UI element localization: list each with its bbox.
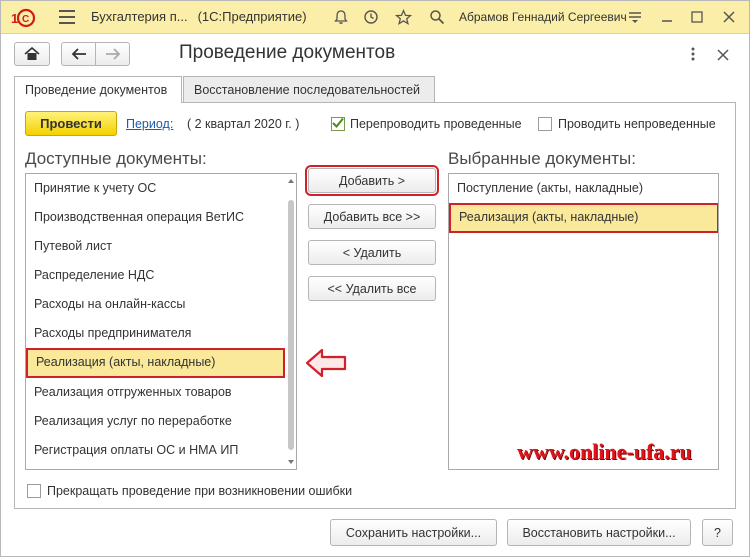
window-title-text: Бухгалтерия п... <box>91 9 188 24</box>
maximize-icon[interactable] <box>687 7 707 27</box>
window-app-name: (1С:Предприятие) <box>197 9 307 24</box>
tab-sequence-restore-label: Восстановление последовательностей <box>194 82 421 97</box>
more-actions-icon[interactable] <box>685 46 701 62</box>
forward-button[interactable] <box>95 42 130 66</box>
svg-text:1: 1 <box>11 11 18 26</box>
tab-posting[interactable]: Проведение документов <box>14 76 182 103</box>
arrow-left-icon <box>71 48 86 60</box>
user-name[interactable]: Абрамов Геннадий Сергеевич <box>459 10 627 24</box>
home-button[interactable] <box>14 42 50 66</box>
title-bar: 1 С Бухгалтерия п... (1С:Предприятие) Абр… <box>1 1 749 34</box>
page-title: Проведение документов <box>179 42 396 63</box>
app-window: 1 С Бухгалтерия п... (1С:Предприятие) Абр… <box>0 0 750 557</box>
bell-icon[interactable] <box>331 7 351 27</box>
1c-logo-icon[interactable]: 1 С <box>9 8 39 28</box>
home-icon <box>24 47 40 60</box>
menu-icon[interactable] <box>59 10 75 24</box>
close-icon[interactable] <box>719 7 739 27</box>
star-icon[interactable] <box>393 7 413 27</box>
tab-panel <box>14 102 736 509</box>
arrow-right-icon <box>105 48 120 60</box>
tab-sequence-restore[interactable]: Восстановление последовательностей <box>183 76 435 102</box>
window-title: Бухгалтерия п... (1С:Предприятие) <box>91 9 307 24</box>
restore-settings-button[interactable]: Восстановить настройки... <box>507 519 691 546</box>
svg-text:С: С <box>22 14 29 25</box>
form-close-icon[interactable] <box>716 48 730 62</box>
save-settings-button[interactable]: Сохранить настройки... <box>330 519 497 546</box>
history-icon[interactable] <box>361 7 381 27</box>
back-button[interactable] <box>61 42 96 66</box>
tab-posting-label: Проведение документов <box>25 83 168 97</box>
search-icon[interactable] <box>427 7 447 27</box>
minimize-icon[interactable] <box>657 7 677 27</box>
settings-menu-icon[interactable] <box>625 7 645 27</box>
help-button[interactable]: ? <box>702 519 733 546</box>
